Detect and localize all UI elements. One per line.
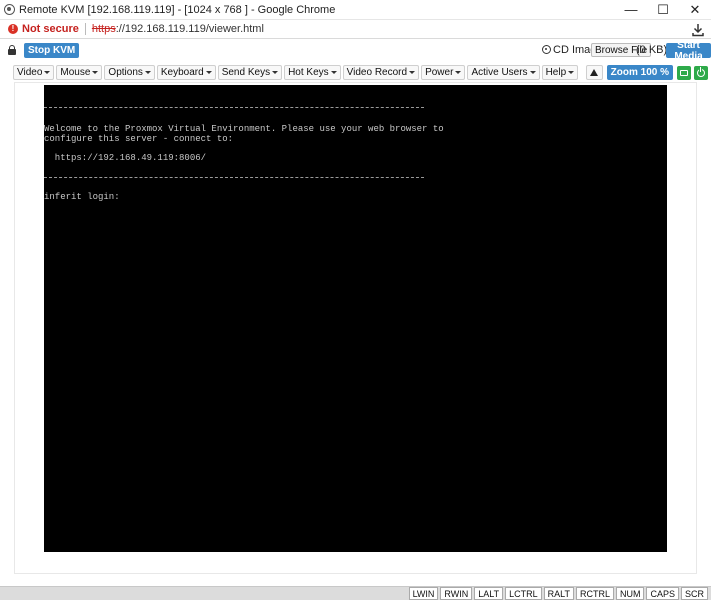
- menu-keyboard[interactable]: Keyboard: [156, 65, 216, 80]
- key-indicators: LWIN RWIN LALT LCTRL RALT RCTRL NUM CAPS…: [407, 587, 708, 600]
- chevron-down-icon: [44, 71, 51, 74]
- chevron-down-icon: [272, 71, 279, 74]
- address-bar[interactable]: ! Not secure https ://192.168.119.119/vi…: [0, 20, 711, 39]
- warning-button[interactable]: [585, 65, 603, 80]
- lock-icon[interactable]: [8, 45, 16, 55]
- menu-hot-keys[interactable]: Hot Keys: [284, 65, 341, 80]
- download-icon[interactable]: [691, 23, 705, 37]
- status-bar: LWIN RWIN LALT LCTRL RALT RCTRL NUM CAPS…: [0, 586, 711, 600]
- menu-video[interactable]: Video: [13, 65, 55, 80]
- console-configure-line: configure this server - connect to:: [44, 134, 234, 144]
- key-num[interactable]: NUM: [615, 587, 645, 600]
- stop-kvm-button[interactable]: Stop KVM: [24, 43, 80, 58]
- console-divider-top: [44, 107, 424, 108]
- url-path[interactable]: ://192.168.119.119/viewer.html: [116, 23, 264, 35]
- key-lalt[interactable]: LALT: [474, 587, 504, 600]
- menu-help[interactable]: Help: [541, 65, 579, 80]
- power-button[interactable]: [694, 65, 708, 80]
- chevron-down-icon: [92, 71, 99, 74]
- power-icon: [697, 66, 705, 77]
- menu-options[interactable]: Options: [104, 65, 155, 80]
- chevron-down-icon: [205, 71, 212, 74]
- chevron-down-icon: [409, 71, 416, 74]
- minimize-button[interactable]: —: [615, 0, 647, 20]
- menu-send-keys[interactable]: Send Keys: [217, 65, 283, 80]
- key-scr[interactable]: SCR: [680, 587, 708, 600]
- cd-icon: [542, 45, 551, 54]
- console-divider-bottom: [44, 177, 424, 178]
- zoom-button[interactable]: Zoom 100 %: [606, 65, 673, 80]
- maximize-button[interactable]: ☐: [647, 0, 679, 20]
- toolbar-right: Zoom 100 %: [585, 64, 710, 81]
- chrome-app-icon: [4, 4, 15, 15]
- address-separator: [84, 23, 86, 35]
- menu-mouse[interactable]: Mouse: [56, 65, 103, 80]
- key-rwin[interactable]: RWIN: [440, 587, 473, 600]
- monitor-icon: [680, 69, 688, 76]
- window-titlebar: Remote KVM [192.168.119.119] - [1024 x 7…: [0, 0, 711, 20]
- menu-active-users[interactable]: Active Users: [467, 65, 540, 80]
- menu-power[interactable]: Power: [421, 65, 466, 80]
- warning-icon: [590, 69, 599, 76]
- start-media-button[interactable]: Start Media: [666, 40, 711, 62]
- kvm-header: Stop KVM CD Image: Browse File (0 KB) St…: [0, 40, 711, 62]
- remote-console-screen[interactable]: Welcome to the Proxmox Virtual Environme…: [44, 85, 667, 552]
- file-size-label: (0 KB): [636, 44, 668, 56]
- chevron-down-icon: [568, 71, 575, 74]
- menu-video-record[interactable]: Video Record: [342, 65, 420, 80]
- window-title: Remote KVM [192.168.119.119] - [1024 x 7…: [19, 3, 336, 16]
- close-button[interactable]: ✕: [679, 0, 711, 20]
- chevron-down-icon: [144, 71, 151, 74]
- console-welcome-line: Welcome to the Proxmox Virtual Environme…: [44, 124, 444, 134]
- console-url-line: https://192.168.49.119:8006/: [44, 153, 207, 163]
- chevron-down-icon: [455, 71, 462, 74]
- key-lwin[interactable]: LWIN: [408, 587, 439, 600]
- not-secure-icon[interactable]: !: [8, 24, 18, 34]
- kvm-toolbar: Video Mouse Options Keyboard Send Keys H…: [13, 64, 710, 81]
- key-rctrl[interactable]: RCTRL: [575, 587, 614, 600]
- url-scheme[interactable]: https: [92, 23, 116, 35]
- key-ralt[interactable]: RALT: [543, 587, 574, 600]
- key-caps[interactable]: CAPS: [646, 587, 679, 600]
- console-login-prompt: inferit login:: [44, 192, 120, 202]
- monitor-button[interactable]: [677, 65, 691, 80]
- chevron-down-icon: [330, 71, 337, 74]
- security-label[interactable]: Not secure: [22, 23, 79, 35]
- chevron-down-icon: [529, 71, 536, 74]
- key-lctrl[interactable]: LCTRL: [505, 587, 542, 600]
